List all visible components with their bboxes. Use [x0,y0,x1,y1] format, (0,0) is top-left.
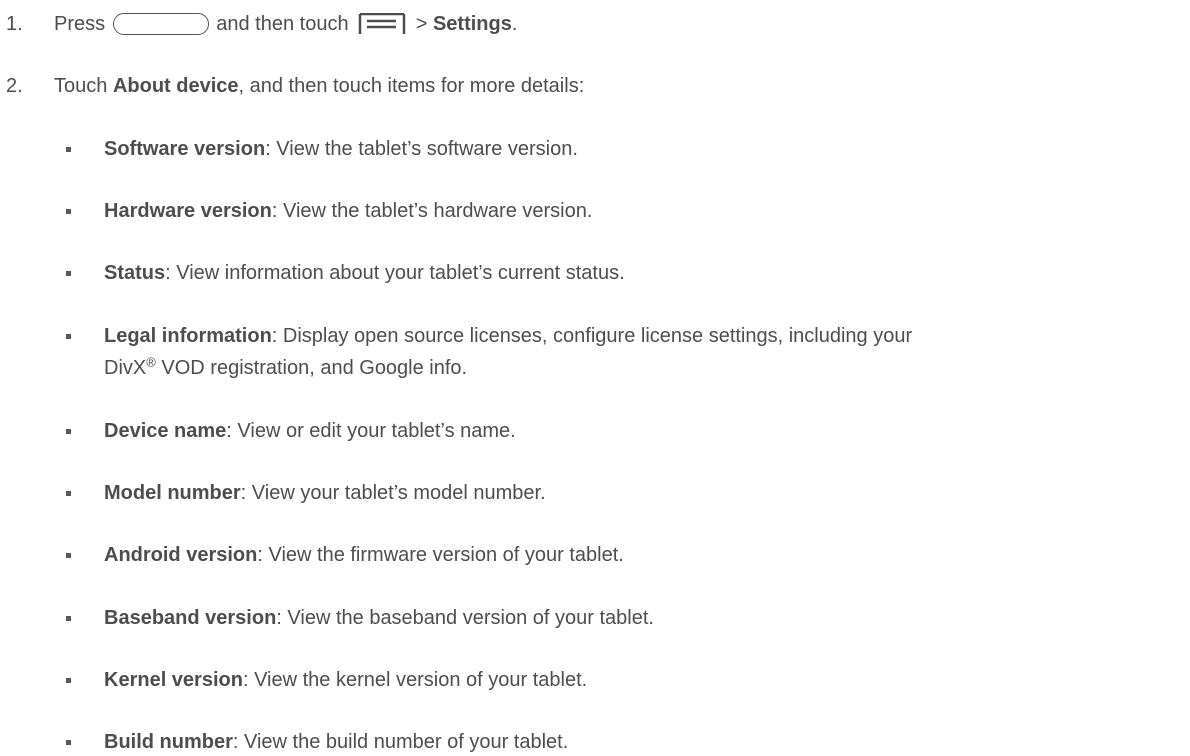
item-term: Baseband version [104,607,277,629]
item-term: Model number [104,482,241,504]
bullet-icon [66,678,71,683]
bullet-icon [66,740,71,745]
item-term: Android version [104,544,258,566]
item-description: : View the tablet’s software version. [265,138,578,160]
step-number: 2. [6,75,23,97]
item-description: : View information about your tablet’s c… [165,262,625,284]
item-term: Hardware version [104,200,272,222]
menu-key-icon [358,12,406,41]
item-description: : Display open source licenses, configur… [271,325,913,347]
settings-label: Settings [432,13,512,35]
item-description: : View the kernel version of your tablet… [242,669,588,691]
bullet-icon [66,429,71,434]
registered-mark: ® [146,354,156,370]
bullet-icon [66,147,71,152]
item-term: Legal information [104,325,272,347]
item-description: : View the baseband version of your tabl… [276,607,654,629]
bullet-icon [66,616,71,621]
step-text: Touch About device, and then touch items… [54,75,585,97]
bullet-icon [66,553,71,558]
step-text: Press and then touch > Settings. [54,12,517,41]
item-term: Kernel version [104,669,243,691]
item-description: : View the build number of your tablet. [232,731,569,753]
bullet-icon [66,334,71,339]
item-term: Software version [104,138,266,160]
item-description: : View or edit your tablet’s name. [226,420,516,442]
bullet-icon [66,271,71,276]
bullet-icon [66,491,71,496]
item-description: : View your tablet’s model number. [240,482,546,504]
step-number: 1. [6,13,23,35]
home-key-icon [112,13,209,35]
item-term: Build number [104,731,233,753]
about-device-label: About device [112,75,239,97]
item-term: Device name [104,420,227,442]
item-term: Status [104,262,166,284]
item-description: : View the firmware version of your tabl… [257,544,624,566]
bullet-icon [66,209,71,214]
item-description: : View the tablet’s hardware version. [271,200,593,222]
